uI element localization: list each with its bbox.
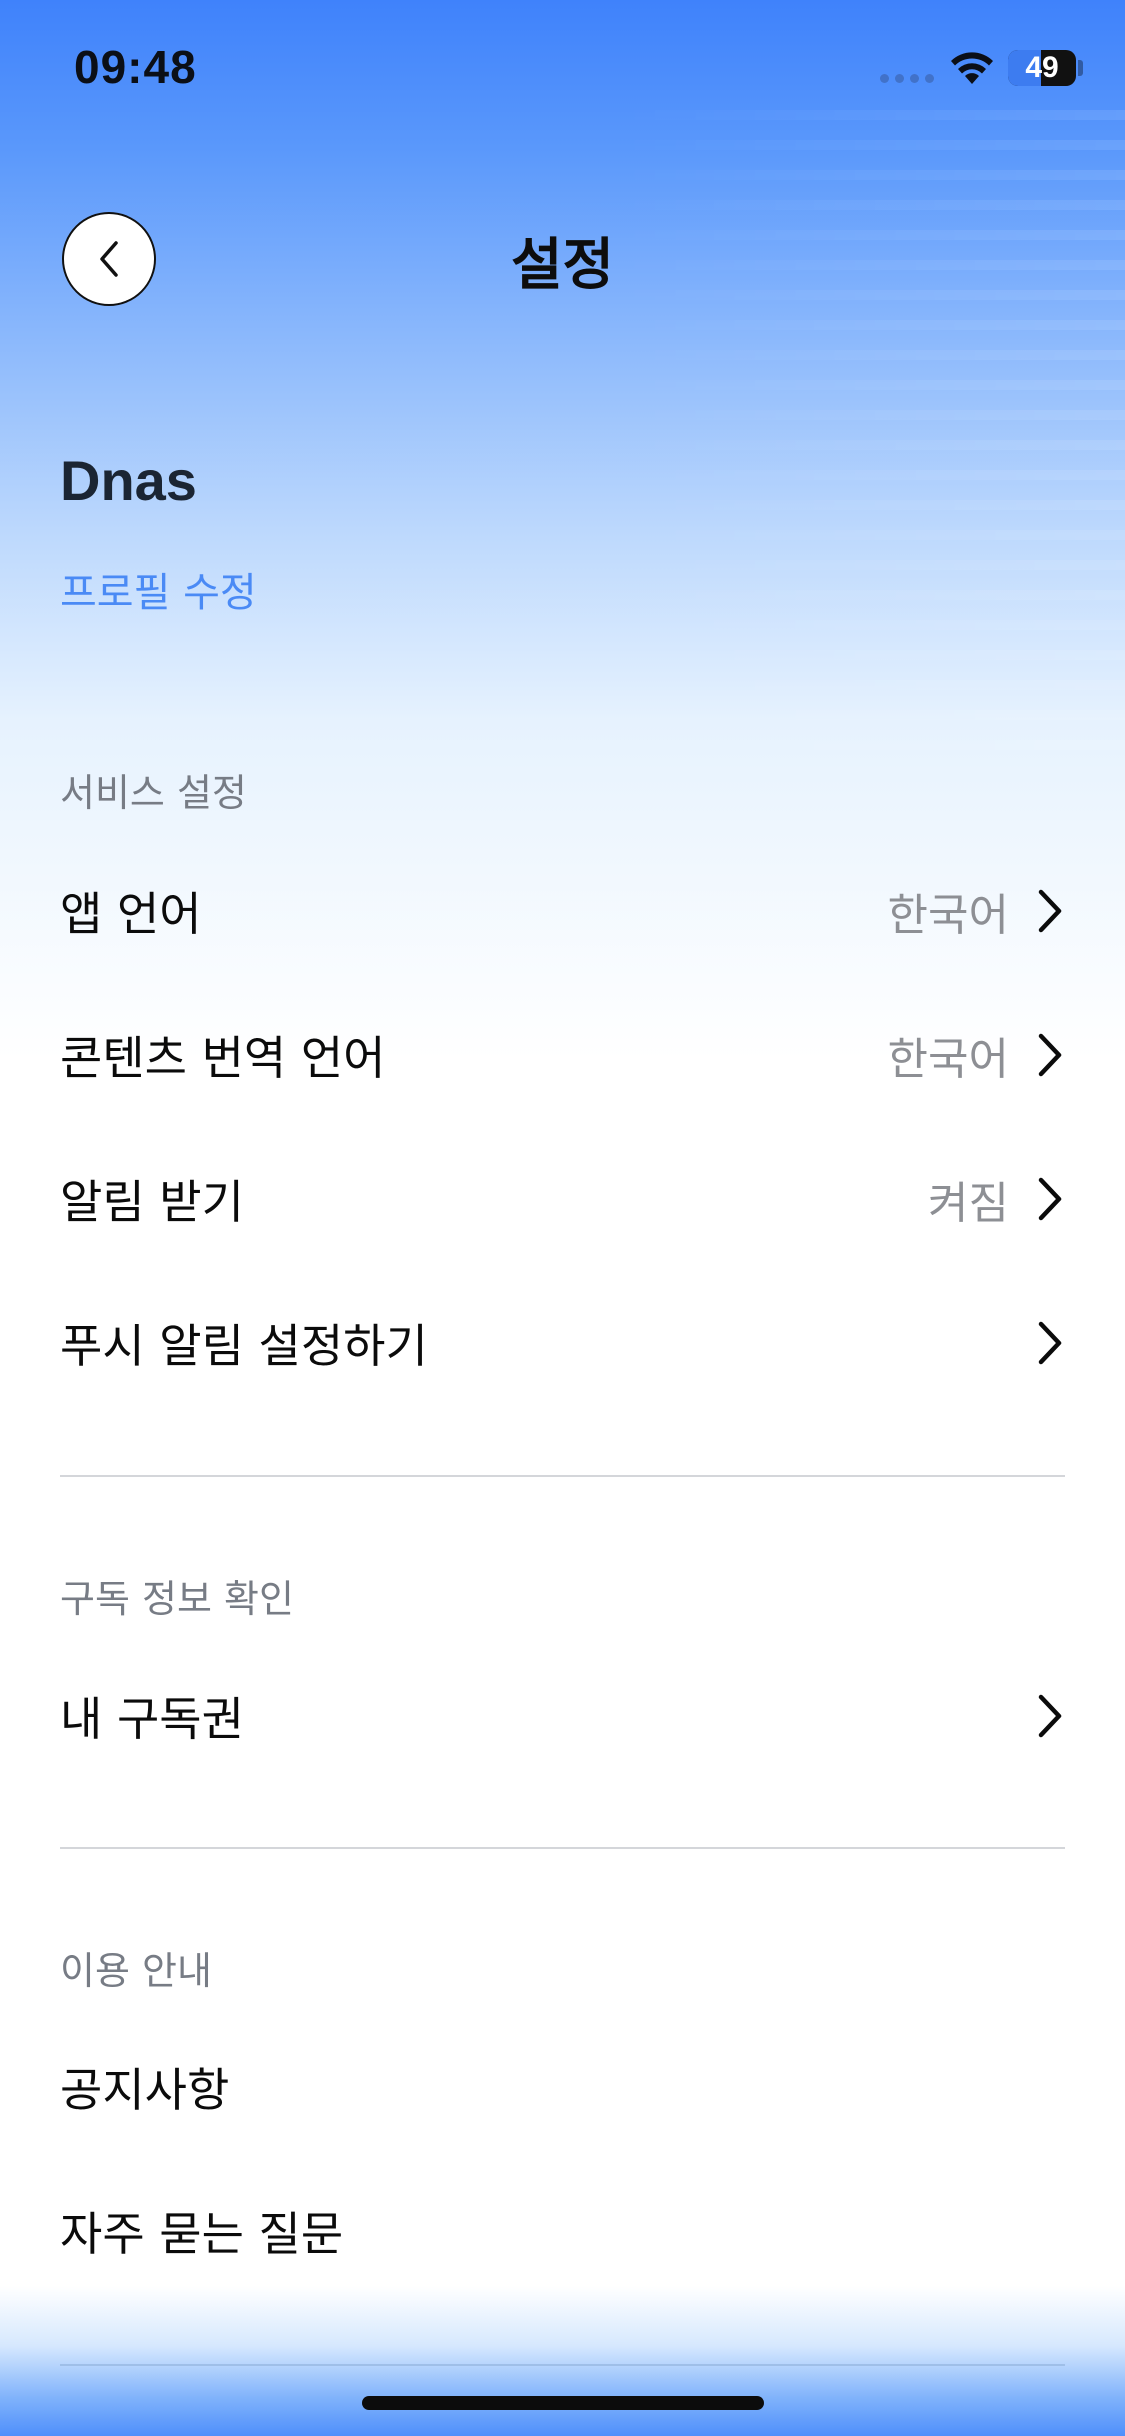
chevron-right-icon bbox=[1038, 1177, 1062, 1221]
home-indicator[interactable] bbox=[362, 2396, 764, 2410]
battery-tip bbox=[1078, 60, 1083, 76]
settings-row-push-notifications[interactable]: 푸시 알림 설정하기 bbox=[60, 1288, 1065, 1398]
battery-level: 49 bbox=[1025, 51, 1059, 84]
row-label: 공지사항 bbox=[60, 2063, 230, 2117]
row-value: 한국어 bbox=[887, 890, 1009, 941]
row-label: 푸시 알림 설정하기 bbox=[60, 1319, 428, 1373]
settings-row-faq[interactable]: 자주 묻는 질문 bbox=[60, 2176, 1065, 2286]
section-divider bbox=[60, 2364, 1065, 2366]
section-divider bbox=[60, 1847, 1065, 1849]
battery-icon: 49 bbox=[1008, 50, 1076, 86]
section-divider bbox=[60, 1475, 1065, 1477]
chevron-right-icon bbox=[1038, 889, 1062, 933]
settings-row-notifications[interactable]: 알림 받기 켜짐 bbox=[60, 1144, 1065, 1254]
page-title: 설정 bbox=[510, 233, 615, 298]
settings-row-notices[interactable]: 공지사항 bbox=[60, 2032, 1065, 2142]
wifi-icon bbox=[951, 52, 993, 84]
profile-edit-link[interactable]: 프로필 수정 bbox=[60, 560, 257, 618]
row-label: 내 구독권 bbox=[60, 1692, 244, 1746]
section-label-guide: 이용 안내 bbox=[60, 1949, 212, 1993]
section-label-service: 서비스 설정 bbox=[60, 771, 247, 815]
settings-row-my-subscription[interactable]: 내 구독권 bbox=[60, 1661, 1065, 1771]
settings-row-app-language[interactable]: 앱 언어 한국어 bbox=[60, 856, 1065, 966]
status-time: 09:48 bbox=[74, 41, 197, 93]
chevron-right-icon bbox=[1038, 1033, 1062, 1077]
section-label-subscription: 구독 정보 확인 bbox=[60, 1577, 294, 1621]
signal-dots-icon bbox=[880, 74, 934, 83]
chevron-right-icon bbox=[1038, 1694, 1062, 1738]
row-label: 앱 언어 bbox=[60, 887, 202, 941]
settings-row-translation-language[interactable]: 콘텐츠 번역 언어 한국어 bbox=[60, 1000, 1065, 1110]
row-label: 알림 받기 bbox=[60, 1175, 244, 1229]
row-label: 콘텐츠 번역 언어 bbox=[60, 1031, 386, 1085]
row-value: 켜짐 bbox=[928, 1178, 1009, 1229]
decorative-stripes bbox=[605, 110, 1125, 770]
chevron-right-icon bbox=[1038, 1321, 1062, 1365]
row-label: 자주 묻는 질문 bbox=[60, 2207, 344, 2261]
profile-name: Dnas bbox=[60, 449, 197, 512]
row-value: 한국어 bbox=[887, 1034, 1009, 1085]
bottom-gradient-background bbox=[0, 2286, 1125, 2436]
